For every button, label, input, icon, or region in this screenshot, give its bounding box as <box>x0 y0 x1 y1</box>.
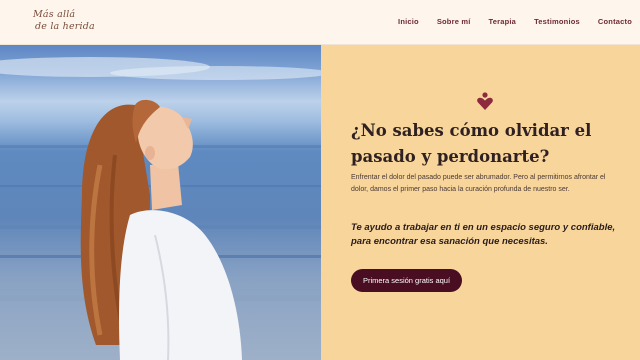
site-header: Más allá de la herida Inicio Sobre mí Te… <box>0 0 640 45</box>
site-logo[interactable]: Más allá de la herida <box>33 9 113 33</box>
main-nav: Inicio Sobre mí Terapia Testimonios Cont… <box>380 17 632 26</box>
nav-item-terapia[interactable]: Terapia <box>489 17 517 26</box>
nav-item-contacto[interactable]: Contacto <box>598 17 632 26</box>
free-session-button[interactable]: Primera sesión gratis aquí <box>351 269 462 292</box>
hero-description: Enfrentar el dolor del pasado puede ser … <box>351 174 606 193</box>
hero-title: ¿No sabes cómo olvidar el pasado y perdo… <box>351 121 592 166</box>
logo-line-1: Más allá <box>33 9 76 20</box>
nav-item-inicio[interactable]: Inicio <box>398 17 419 26</box>
hero-emphasis: Te ayudo a trabajar en ti en un espacio … <box>351 222 616 247</box>
woman-by-sea-illustration <box>0 57 321 360</box>
nav-item-sobre-mi[interactable]: Sobre mí <box>437 17 471 26</box>
logo-line-2: de la herida <box>35 21 95 32</box>
heart-person-icon <box>477 92 493 110</box>
nav-item-testimonios[interactable]: Testimonios <box>534 17 580 26</box>
hero-photo <box>0 45 321 360</box>
